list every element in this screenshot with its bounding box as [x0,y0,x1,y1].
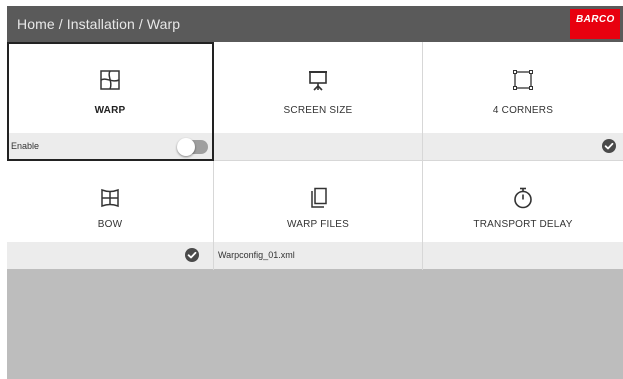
enable-toggle[interactable] [177,138,208,156]
tile-warp-footer: Enable [7,133,213,160]
tile-bow-label: BOW [97,219,123,230]
grid-divider [213,42,214,270]
brand-logo-text: BARCO [576,14,615,25]
toggle-knob [177,138,195,156]
tile-screen-size[interactable]: SCREEN SIZE [214,42,422,133]
tile-4-corners-label: 4 CORNERS [492,105,554,116]
check-icon [185,248,199,262]
enable-label: Enable [11,141,40,151]
menu-tile-grid: WARP Enable SCREEN SIZE 4 CORNERS BOW WA… [7,42,623,270]
tile-warp-label: WARP [94,105,126,116]
grid-divider [422,42,423,270]
empty-area [7,270,623,379]
tile-bow[interactable]: BOW [7,161,213,242]
breadcrumb: Home / Installation / Warp [17,16,181,32]
warp-file-name: Warpconfig_01.xml [218,250,295,260]
four-corners-icon [513,70,533,90]
warp-files-icon [311,187,327,208]
tile-warp-files[interactable]: WARP FILES [214,161,422,242]
check-icon [602,139,616,153]
tile-screen-size-footer [214,133,422,160]
stopwatch-icon [514,187,532,209]
tile-4-corners-footer [423,133,623,160]
tile-transport-delay[interactable]: TRANSPORT DELAY [423,161,623,242]
grid-divider [7,160,623,161]
tile-warp[interactable]: WARP [7,42,213,133]
tile-transport-delay-label: TRANSPORT DELAY [473,219,573,230]
warp-icon [100,70,120,90]
tile-screen-size-label: SCREEN SIZE [283,105,353,116]
tile-warp-files-label: WARP FILES [286,219,349,230]
bow-icon [101,188,119,208]
tile-warp-files-footer: Warpconfig_01.xml [214,242,422,269]
screen-size-icon [309,71,327,91]
brand-logo: BARCO [570,9,620,39]
header-bar: Home / Installation / Warp BARCO [7,6,623,42]
warp-menu-screen: Home / Installation / Warp BARCO WARP En… [7,6,623,379]
tile-bow-footer [7,242,213,269]
tile-transport-delay-footer [423,242,623,269]
tile-4-corners[interactable]: 4 CORNERS [423,42,623,133]
